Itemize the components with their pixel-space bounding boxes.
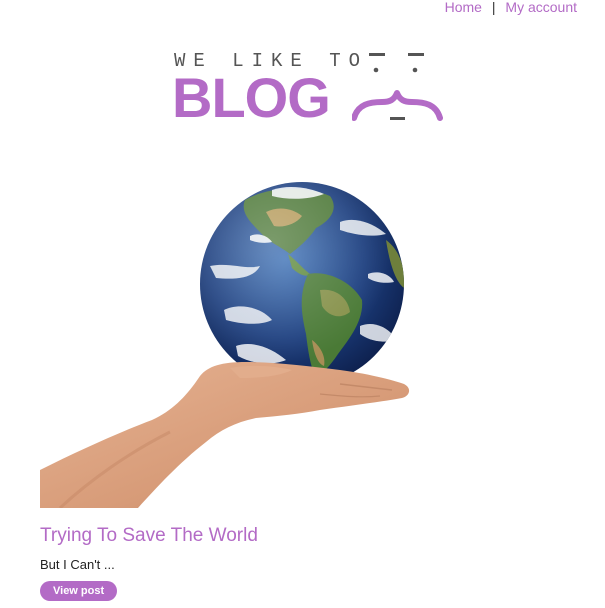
- blog-page: Home | My account WE LIKE TO BLOG Trying…: [0, 0, 605, 608]
- site-logo[interactable]: WE LIKE TO BLOG: [172, 50, 452, 130]
- logo-word: BLOG: [172, 66, 331, 129]
- view-post-button[interactable]: View post: [40, 581, 118, 601]
- logo-face-icon: [352, 53, 443, 121]
- post-title-link[interactable]: Trying To Save The World: [40, 525, 258, 547]
- top-nav: Home | My account: [445, 0, 577, 14]
- post-excerpt: But I Can't ...: [40, 557, 115, 572]
- globe-in-hand-icon: [40, 182, 410, 508]
- nav-home-link[interactable]: Home: [445, 0, 482, 15]
- nav-my-account-link[interactable]: My account: [505, 0, 577, 15]
- nav-separator: |: [491, 0, 496, 15]
- post-hero-image[interactable]: [40, 170, 420, 508]
